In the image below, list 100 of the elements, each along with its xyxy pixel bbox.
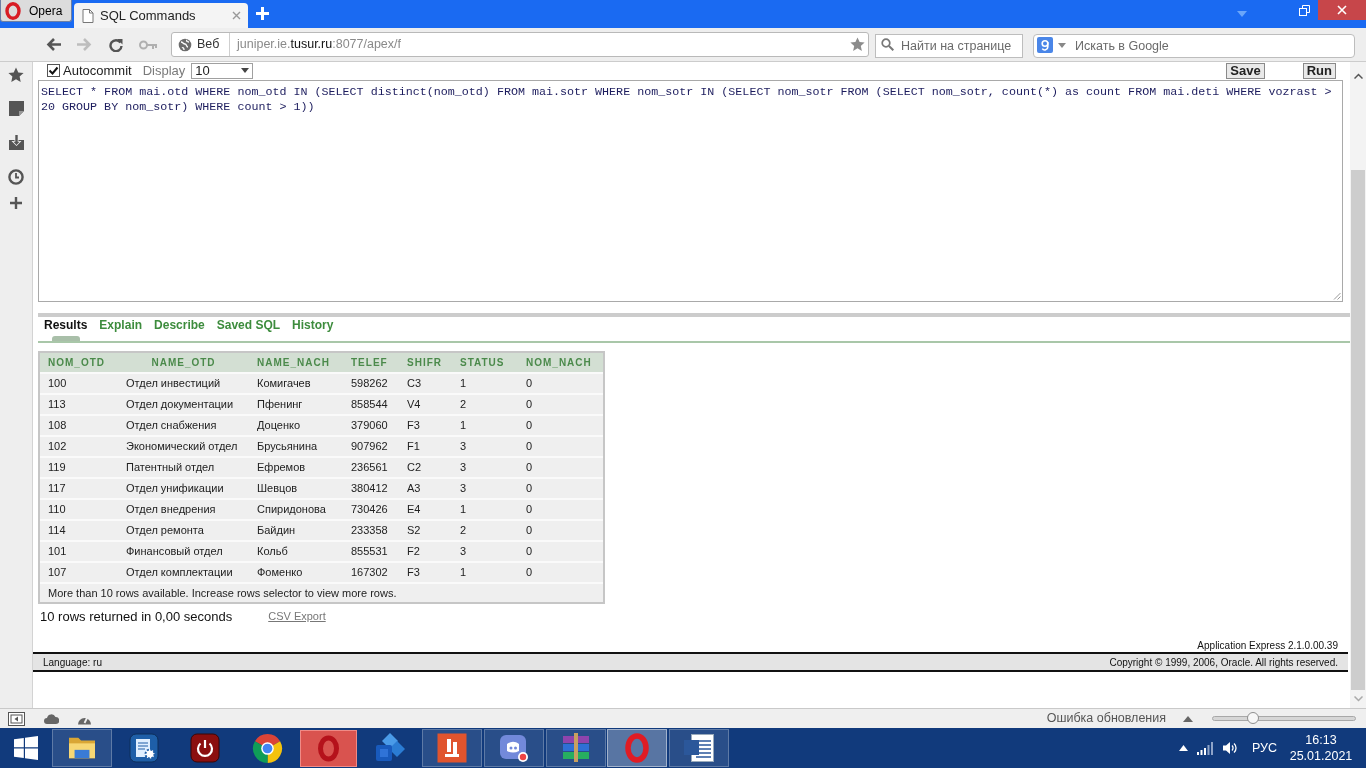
- table-cell-text: 100: [48, 376, 67, 392]
- bars-tile-icon: [437, 733, 468, 763]
- taskbar-button[interactable]: [483, 729, 544, 767]
- table-cell-text: 855531: [351, 544, 388, 560]
- speaker-icon[interactable]: [1222, 741, 1238, 755]
- tab[interactable]: History: [292, 317, 334, 341]
- tab[interactable]: Describe: [154, 317, 205, 341]
- site-info-button[interactable]: Веб: [172, 33, 230, 56]
- status-message: Ошибка обновления: [1046, 710, 1166, 728]
- close-button[interactable]: [1318, 0, 1366, 20]
- table-cell-text: 730426: [351, 502, 388, 518]
- sql-editor[interactable]: SELECT * FROM mai.otd WHERE nom_otd IN (SELECT distinct(nom_otd) FROM mai.sotr WHERE nom_sotr IN (SELECT nom_sotr FROM (SELECT nom_sotr, count(*) as count FROM mai.deti WHERE vozrast > 20 GROUP BY nom_sotr) WHERE count > 1)): [38, 80, 1343, 302]
- select-label: Display: [142, 63, 186, 78]
- table-cell-text: 233358: [351, 523, 388, 539]
- action-button[interactable]: Save: [1226, 62, 1265, 79]
- table-cell-text: 1: [460, 418, 467, 434]
- table-cell-text: Отдел снабжения: [126, 418, 217, 434]
- taskbar-button[interactable]: [668, 729, 729, 767]
- clock-icon[interactable]: [8, 169, 24, 185]
- table-cell-text: Кольб: [257, 544, 288, 560]
- chevron-up-icon[interactable]: [1178, 745, 1188, 751]
- table-cell-text: 119: [48, 460, 66, 476]
- note-icon[interactable]: [8, 101, 24, 116]
- star-icon[interactable]: [8, 67, 24, 83]
- checkbox[interactable]: [47, 64, 60, 77]
- plus-icon[interactable]: [10, 197, 22, 209]
- menu-button[interactable]: Opera: [0, 0, 72, 22]
- ring-icon: [4, 1, 22, 20]
- table-cell-text: 108: [48, 418, 67, 434]
- table-cell-text: Пфенинг: [257, 397, 303, 413]
- chevron-up-icon[interactable]: [1353, 73, 1363, 79]
- table-cell-text: S2: [407, 523, 421, 539]
- slider-thumb[interactable]: [1246, 712, 1259, 724]
- table-cell-text: 380412: [351, 481, 388, 497]
- table-cell-text: A3: [407, 481, 421, 497]
- table-cell-text: 107: [48, 565, 67, 581]
- column-header: NOM_OTD: [48, 356, 105, 370]
- clock-time[interactable]: 16:13: [1305, 732, 1337, 748]
- table-cell-text: Байдин: [257, 523, 296, 539]
- chat-bubble-icon: [497, 732, 530, 764]
- table-cell-text: 0: [526, 502, 533, 518]
- column-header: NAME_NACH: [257, 356, 330, 370]
- signal-bars-icon[interactable]: [1196, 741, 1213, 755]
- column-header: SHIFR: [407, 356, 442, 370]
- search-field[interactable]: Искать в Google: [1033, 33, 1355, 58]
- table-cell-text: 1: [460, 502, 467, 518]
- caret-icon[interactable]: [1058, 42, 1066, 48]
- version-text: Application Express 2.1.0.00.39: [1197, 640, 1338, 652]
- table-cell-text: 3: [460, 544, 467, 560]
- download-icon[interactable]: [8, 135, 24, 150]
- table-cell-text: Патентный отдел: [126, 460, 215, 476]
- caret-icon: [241, 68, 250, 73]
- reload-icon[interactable]: [109, 37, 123, 52]
- table-cell-text: F2: [407, 544, 420, 560]
- address-field[interactable]: Веб juniper.ie.tusur.ru:8077/apex/f: [171, 32, 869, 57]
- browser-tab[interactable]: SQL Commands: [74, 3, 248, 28]
- table-cell-text: 167302: [351, 565, 388, 581]
- clock-date[interactable]: 25.01.2021: [1289, 748, 1353, 764]
- tab[interactable]: Results: [44, 317, 88, 341]
- table-cell-text: 1: [460, 376, 467, 392]
- cloud-icon[interactable]: [44, 713, 59, 724]
- scrollbar[interactable]: [1350, 62, 1366, 708]
- power-icon: [190, 733, 221, 763]
- table-cell-text: 379060: [351, 418, 388, 434]
- table-cell-text: Шевцов: [257, 481, 298, 497]
- table-cell-text: Отдел внедрения: [126, 502, 216, 518]
- folder-icon: [67, 735, 97, 761]
- panel-toggle-icon[interactable]: [8, 711, 25, 726]
- keyboard-language[interactable]: РУС: [1251, 738, 1277, 758]
- find-field[interactable]: Найти на странице: [875, 33, 1023, 58]
- close-icon[interactable]: [232, 11, 241, 20]
- table-cell-text: 0: [526, 439, 533, 455]
- address-url[interactable]: juniper.ie.tusur.ru:8077/apex/f: [237, 35, 401, 54]
- table-cell-text: C3: [407, 376, 422, 392]
- table-cell-text: Отдел комплектации: [126, 565, 233, 581]
- star-icon[interactable]: [850, 37, 865, 52]
- back-arrow-icon[interactable]: [46, 38, 61, 51]
- taskbar-button[interactable]: [422, 729, 483, 767]
- table-cell-text: 1: [460, 565, 467, 581]
- table-cell-text: 0: [526, 376, 533, 392]
- tab[interactable]: Saved SQL: [216, 317, 281, 341]
- table-cell-text: Отдел документации: [126, 397, 234, 413]
- restore-icon[interactable]: [1299, 5, 1310, 16]
- taskbar-button[interactable]: [52, 729, 112, 767]
- table-cell-text: 3: [460, 439, 467, 455]
- ring-icon: [625, 733, 650, 763]
- document-icon: [682, 733, 715, 763]
- scrollbar-thumb[interactable]: [1351, 170, 1365, 690]
- language-text: Language: ru: [43, 655, 102, 670]
- column-header: STATUS: [460, 356, 505, 370]
- tab[interactable]: Explain: [99, 317, 143, 341]
- action-button[interactable]: Run: [1302, 62, 1336, 79]
- checkbox-label: Autocommit: [63, 63, 132, 78]
- search-icon[interactable]: [881, 37, 894, 51]
- table-cell-text: 2: [460, 523, 467, 539]
- triangle-up-icon[interactable]: [1183, 715, 1193, 722]
- display-select[interactable]: 10: [191, 62, 254, 79]
- ring-tile-icon: [300, 729, 358, 767]
- export-link[interactable]: CSV Export: [268, 608, 326, 625]
- page-icon: [82, 8, 94, 23]
